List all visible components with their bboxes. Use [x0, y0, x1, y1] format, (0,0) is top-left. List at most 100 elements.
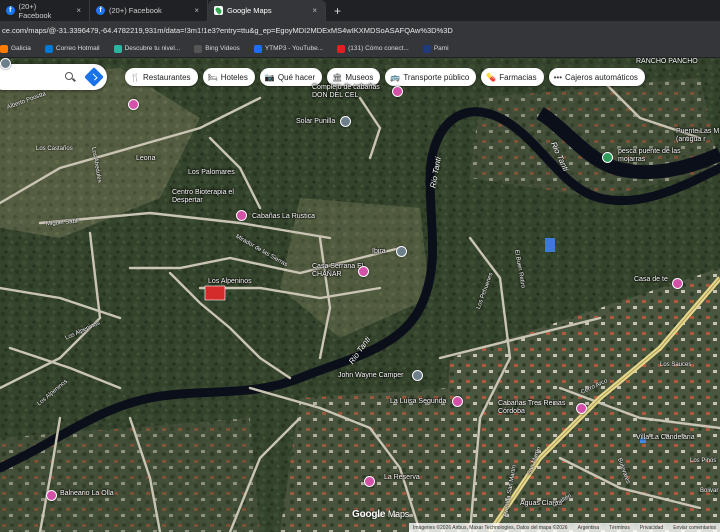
attribution-link-terms[interactable]: Términos — [609, 525, 630, 531]
attribution-link-country[interactable]: Argentina — [578, 525, 599, 531]
bookmark-label: Galicia — [11, 45, 31, 52]
chip-label: Qué hacer — [277, 72, 316, 82]
chip-icon: 🍴 — [130, 72, 140, 82]
place-label[interactable]: Los Palomares — [188, 169, 235, 176]
place-pin-icon[interactable] — [392, 86, 403, 97]
search-icon[interactable] — [65, 72, 75, 82]
chip-icon: 🚌 — [390, 72, 401, 82]
place-pin-icon[interactable] — [396, 246, 407, 257]
close-icon[interactable]: × — [304, 6, 317, 15]
chip-hoteles[interactable]: 🛏 Hoteles — [202, 68, 255, 86]
place-pin-icon[interactable] — [236, 210, 247, 221]
place-label[interactable]: La Reserva — [384, 474, 420, 481]
new-tab-button[interactable]: + — [326, 0, 349, 21]
chip-cajeros-autom-ticos[interactable]: ••• Cajeros automáticos — [548, 68, 645, 86]
bookmark-item[interactable]: Correo Hotmail — [44, 44, 100, 53]
tab-label: (20+) Facebook — [109, 6, 162, 15]
directions-icon[interactable] — [84, 67, 104, 87]
place-label[interactable]: Cabañas La Rustica — [252, 213, 315, 220]
chip-label: Hoteles — [220, 72, 248, 82]
place-pin-icon[interactable] — [602, 152, 613, 163]
place-label[interactable]: Cabañas Tres Reinas Córdoba — [498, 400, 578, 416]
tab-facebook-1[interactable]: f (20+) Facebook × — [0, 0, 90, 21]
bookmark-icon — [0, 44, 8, 53]
bookmark-item[interactable]: Descubre tu nivel... — [113, 44, 180, 53]
bookmark-label: Correo Hotmail — [55, 45, 100, 52]
place-pin-icon[interactable] — [46, 490, 57, 501]
address-bar[interactable]: ce.com/maps/@-31.3396479,-64.4782219,931… — [0, 21, 720, 40]
bookmark-label: YTMP3 - YouTube... — [264, 45, 324, 52]
place-label[interactable]: Ibira — [372, 248, 386, 255]
place-pin-icon[interactable] — [128, 99, 139, 110]
chip-icon: 💊 — [486, 72, 497, 82]
place-pin-icon[interactable] — [452, 396, 463, 407]
map-attribution: Imágenes ©2026 Airbus, Maxar Technologie… — [409, 523, 720, 532]
place-label[interactable]: John Wayne Camper — [338, 372, 404, 379]
place-label[interactable]: La Luisa Segunda — [390, 398, 446, 405]
bookmark-icon — [253, 44, 262, 53]
chip-restaurantes[interactable]: 🍴 Restaurantes — [125, 68, 198, 86]
tab-facebook-2[interactable]: f (20+) Facebook × — [90, 0, 208, 21]
facebook-icon: f — [96, 6, 105, 15]
place-label[interactable]: Centro Bioterapia el Despertar — [172, 189, 252, 205]
tab-google-maps[interactable]: Google Maps × — [208, 0, 326, 21]
bookmark-item[interactable]: YTMP3 - YouTube... — [253, 44, 324, 53]
bookmark-item[interactable]: Bing Videos — [194, 44, 240, 53]
bookmark-icon — [194, 44, 203, 53]
bookmark-icon — [337, 44, 346, 53]
place-label[interactable]: Casa de te — [634, 276, 668, 283]
map-imagery[interactable] — [0, 58, 720, 532]
bookmark-label: Bing Videos — [205, 45, 240, 52]
bookmark-item[interactable]: Galicia — [0, 44, 31, 53]
bookmark-label: Pami — [433, 45, 449, 52]
place-pin-icon[interactable] — [576, 403, 587, 414]
maps-icon — [214, 6, 223, 15]
place-pin-icon[interactable] — [0, 58, 11, 69]
place-label[interactable]: Villa La Candelaria — [636, 434, 695, 441]
place-label[interactable]: Los Alpeninos — [208, 278, 252, 285]
chip-icon: 🏛 — [332, 72, 343, 82]
chip-label: Restaurantes — [142, 72, 191, 82]
bookmark-label: (131) Cómo conect... — [348, 45, 409, 52]
chip-icon: ••• — [553, 72, 562, 82]
browser-tab-bar: f (20+) Facebook × f (20+) Facebook × Go… — [0, 0, 720, 21]
satellite-map[interactable]: 🍴 Restaurantes 🛏 Hoteles 📷 Qué hacer 🏛 Museos 🚌 T… — [0, 58, 720, 532]
chip-label: Transporte público — [403, 72, 470, 82]
chip-label: Farmacias — [499, 72, 537, 82]
attribution-link-feedback[interactable]: Enviar comentarios — [673, 525, 716, 531]
bookmark-icon — [113, 44, 122, 53]
place-label[interactable]: Puente Las M (antigua r — [676, 128, 720, 144]
place-label[interactable]: Complejo de cabañas DON DEL CEL — [312, 84, 392, 100]
road-label: Bolivar — [700, 488, 719, 494]
place-label[interactable]: Solar Punilla — [296, 118, 335, 125]
place-label[interactable]: Casa Serrana EL CHAÑAR — [312, 263, 392, 279]
place-pin-icon[interactable] — [340, 116, 351, 127]
place-label[interactable]: RANCHO PANCHO — [636, 58, 698, 65]
road-label: Los Castaños — [36, 146, 73, 152]
search-box[interactable] — [0, 64, 107, 90]
facebook-icon: f — [6, 6, 15, 15]
place-pin-icon[interactable] — [364, 476, 375, 487]
url-text[interactable]: ce.com/maps/@-31.3396479,-64.4782219,931… — [2, 26, 717, 35]
place-pin-icon[interactable] — [672, 278, 683, 289]
road-label: Los Pinos — [690, 458, 717, 464]
tab-label: Google Maps — [227, 6, 272, 15]
place-label[interactable]: Balneario La Olla — [60, 490, 114, 497]
chip-label: Museos — [345, 72, 374, 82]
road-label: Los Sauces — [660, 362, 692, 368]
bookmark-icon — [422, 44, 431, 53]
bookmark-icon — [44, 44, 53, 53]
close-icon[interactable]: × — [186, 6, 199, 15]
bookmark-item[interactable]: (131) Cómo conect... — [337, 44, 409, 53]
chip-transporte-p-blico[interactable]: 🚌 Transporte público — [385, 68, 477, 86]
place-pin-icon[interactable] — [412, 370, 423, 381]
chip-farmacias[interactable]: 💊 Farmacias — [481, 68, 544, 86]
place-label[interactable]: Cabañas Las Rien Rios — [546, 58, 620, 59]
attribution-link-privacy[interactable]: Privacidad — [640, 525, 663, 531]
close-icon[interactable]: × — [68, 6, 81, 15]
place-label[interactable]: Leona — [136, 155, 155, 162]
place-label[interactable]: pesca puente de las mojarras — [618, 148, 698, 164]
place-pin-icon[interactable] — [358, 266, 369, 277]
google-maps-logo: Google Maps — [352, 509, 410, 520]
bookmark-item[interactable]: Pami — [422, 44, 449, 53]
